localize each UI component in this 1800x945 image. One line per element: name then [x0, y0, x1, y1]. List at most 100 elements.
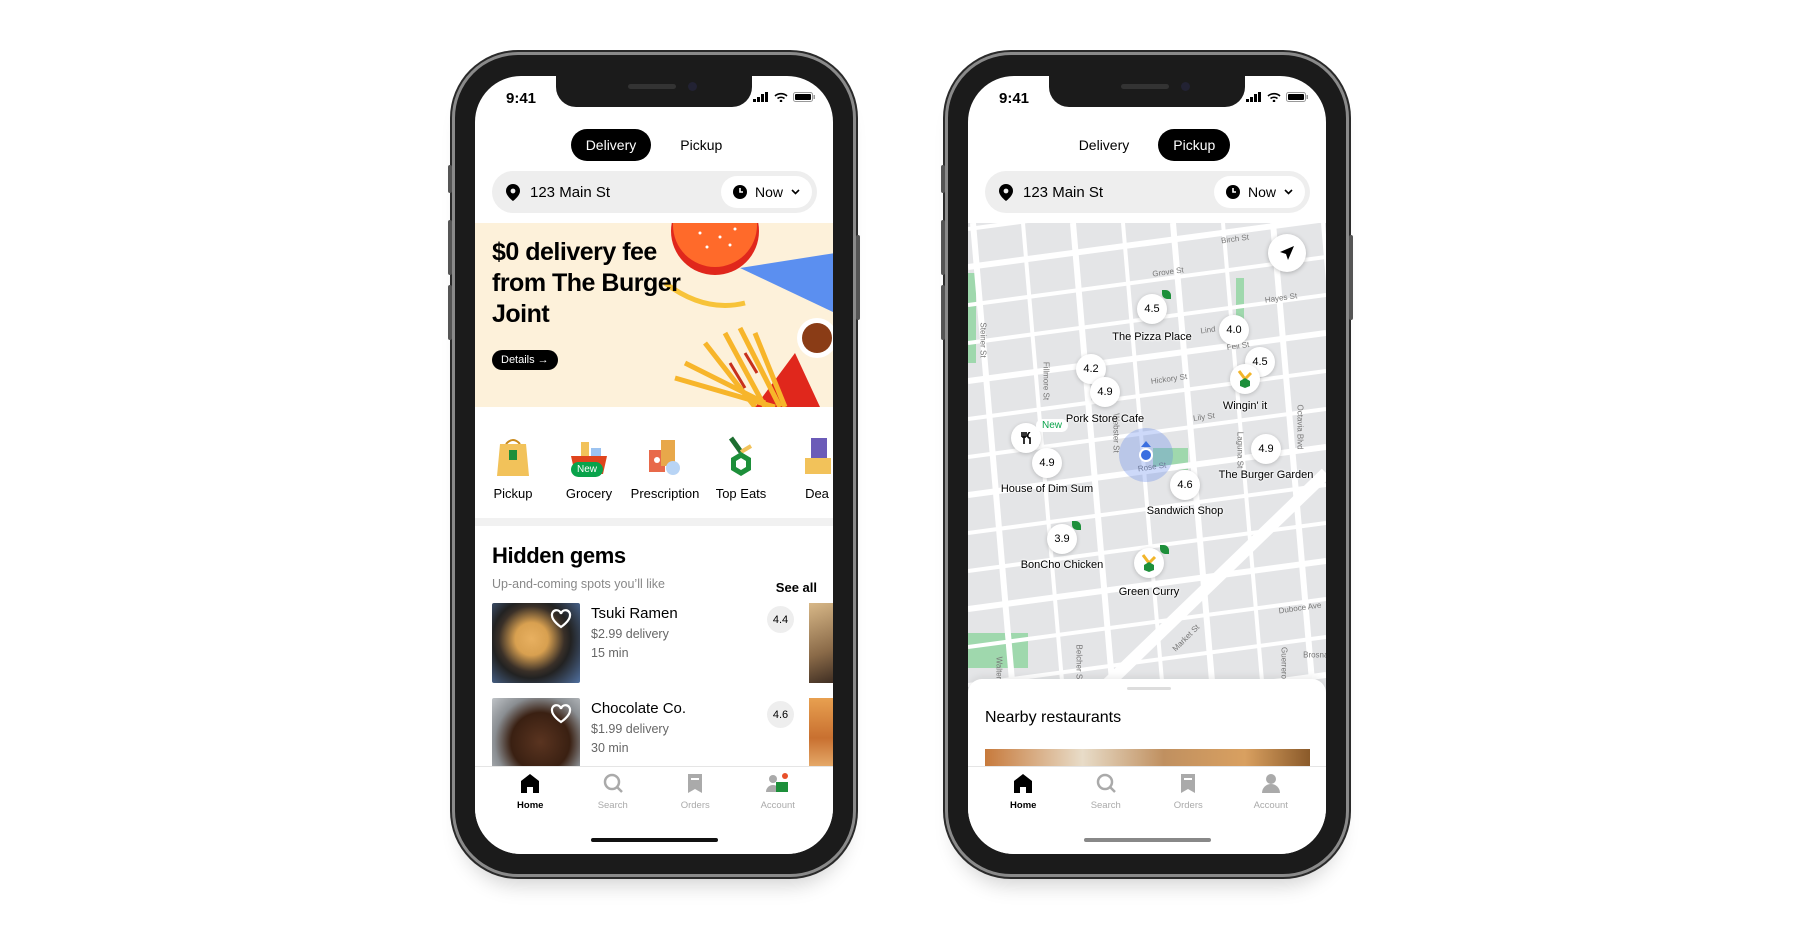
schedule-dropdown[interactable]: Now [1213, 176, 1305, 208]
street-label: Brosnan [1303, 650, 1326, 660]
rating-badge: 4.6 [767, 701, 794, 728]
fork-knife-icon [1021, 432, 1031, 444]
schedule-dropdown[interactable]: Now [720, 176, 812, 208]
section-subtitle: Up-and-coming spots you’ll like [492, 577, 665, 591]
heart-icon[interactable] [550, 609, 572, 629]
user-location-marker [1119, 428, 1173, 482]
map-pin[interactable]: 4.0 [1219, 315, 1249, 345]
rating-badge: 4.4 [767, 606, 794, 633]
pin-label: The Pizza Place [1112, 331, 1192, 343]
tab-pickup[interactable]: Pickup [665, 129, 737, 161]
battery-icon [793, 92, 815, 102]
pickup-screen: 9:41 Delivery Pickup 123 Main St Now Bir… [968, 76, 1326, 854]
see-all-link[interactable]: See all [776, 580, 817, 595]
tab-delivery[interactable]: Delivery [570, 129, 652, 161]
park [968, 273, 976, 363]
tab-account[interactable]: Account [1236, 767, 1306, 854]
top-eats-pin[interactable] [1230, 364, 1260, 394]
navigation-arrow-icon [1280, 246, 1294, 260]
recenter-button[interactable] [1268, 234, 1306, 272]
schedule-value: Now [1247, 184, 1276, 200]
street-label: Laguna St [1235, 431, 1245, 469]
location-pin-icon [506, 183, 520, 201]
sheet-title: Nearby restaurants [985, 709, 1122, 726]
clock-icon [1225, 185, 1240, 199]
signal-icon [1246, 92, 1261, 102]
map-pin[interactable]: 4.9 [1251, 434, 1281, 464]
section-title: Hidden gems [492, 543, 626, 568]
map-pin[interactable]: 3.9 [1047, 524, 1077, 554]
prescription-icon [649, 440, 680, 475]
sheet-grabber[interactable] [1127, 687, 1171, 690]
wifi-icon [1267, 92, 1281, 102]
tab-delivery[interactable]: Delivery [1064, 129, 1145, 161]
account-icon [1261, 774, 1280, 793]
map-pin[interactable]: 4.9 [1090, 377, 1120, 407]
top-eats-icon [1237, 370, 1253, 388]
next-card-peek[interactable] [809, 603, 833, 683]
heart-icon[interactable] [550, 704, 572, 724]
category-top-eats[interactable]: Top Eats [703, 428, 779, 501]
category-pickup[interactable]: Pickup [475, 428, 551, 501]
status-icons [753, 92, 815, 102]
account-icon [765, 773, 788, 792]
chevron-down-icon [1284, 189, 1293, 195]
street-label: Belcher St [1074, 644, 1084, 682]
street-label: Guerrero [1279, 646, 1289, 680]
promo-details-button[interactable]: Details → [492, 350, 558, 370]
pin-label: Green Curry [1118, 586, 1180, 598]
category-prescription[interactable]: Prescription [627, 428, 703, 501]
tab-account[interactable]: Account [743, 767, 813, 854]
tab-home[interactable]: Home [988, 767, 1058, 854]
section-divider [475, 518, 833, 526]
address-bar[interactable]: 123 Main St Now [985, 171, 1310, 213]
address-text: 123 Main St [1023, 183, 1104, 201]
promo-headline: $0 delivery fee from The Burger Joint [492, 238, 681, 328]
delivery-screen: 9:41 Delivery Pickup 123 Main St Now $0 … [475, 76, 833, 854]
home-icon [521, 774, 540, 793]
address-bar[interactable]: 123 Main St Now [492, 171, 817, 213]
street-label: Steiner St [978, 322, 988, 358]
signal-icon [753, 92, 768, 102]
pin-label: Sandwich Shop [1146, 505, 1224, 517]
phone-pickup: 9:41 Delivery Pickup 123 Main St Now Bir… [941, 52, 1353, 877]
receipt-icon [688, 774, 703, 793]
map-pin[interactable]: 4.9 [1032, 448, 1062, 478]
nearby-sheet[interactable]: Nearby restaurants [968, 679, 1326, 779]
pin-label: Pork Store Cafe [1065, 413, 1145, 425]
mode-toggle: Delivery Pickup [968, 129, 1326, 161]
category-row: Pickup New Grocery Prescription Top Eats … [475, 428, 833, 501]
deals-icon [805, 438, 831, 474]
top-eats-icon [1141, 554, 1157, 572]
new-badge: New [571, 462, 604, 477]
restaurant-card[interactable]: Tsuki Ramen $2.99 delivery 15 min 4.4 [492, 603, 833, 683]
home-indicator [1084, 838, 1211, 842]
new-badge: New [1036, 419, 1069, 432]
category-grocery[interactable]: New Grocery [551, 428, 627, 501]
street-label: Octavia Blvd [1295, 404, 1305, 450]
status-time: 9:41 [999, 90, 1030, 107]
home-icon [1014, 774, 1033, 793]
schedule-value: Now [754, 184, 783, 200]
search-icon [1096, 773, 1116, 793]
chevron-down-icon [791, 189, 800, 195]
pin-label: The Burger Garden [1218, 469, 1314, 481]
shopping-bag-icon [497, 439, 529, 476]
receipt-icon [1181, 774, 1196, 793]
top-eats-icon [728, 436, 753, 476]
map-pin[interactable]: 4.6 [1170, 470, 1200, 500]
clock-icon [732, 185, 747, 199]
tab-home[interactable]: Home [495, 767, 565, 854]
map-pin[interactable]: 4.5 [1137, 294, 1167, 324]
location-pin-icon [999, 183, 1013, 201]
top-eats-pin[interactable] [1134, 548, 1164, 578]
wifi-icon [774, 92, 788, 102]
search-icon [603, 773, 623, 793]
tab-pickup[interactable]: Pickup [1158, 129, 1231, 161]
promo-banner[interactable]: $0 delivery fee from The Burger Joint De… [475, 223, 833, 407]
battery-icon [1286, 92, 1308, 102]
restaurant-map[interactable]: Birch St Grove St Hayes St Lind Fell St … [968, 223, 1326, 693]
category-deals[interactable]: Dea [779, 428, 833, 501]
mode-toggle: Delivery Pickup [475, 129, 833, 161]
home-indicator [591, 838, 718, 842]
